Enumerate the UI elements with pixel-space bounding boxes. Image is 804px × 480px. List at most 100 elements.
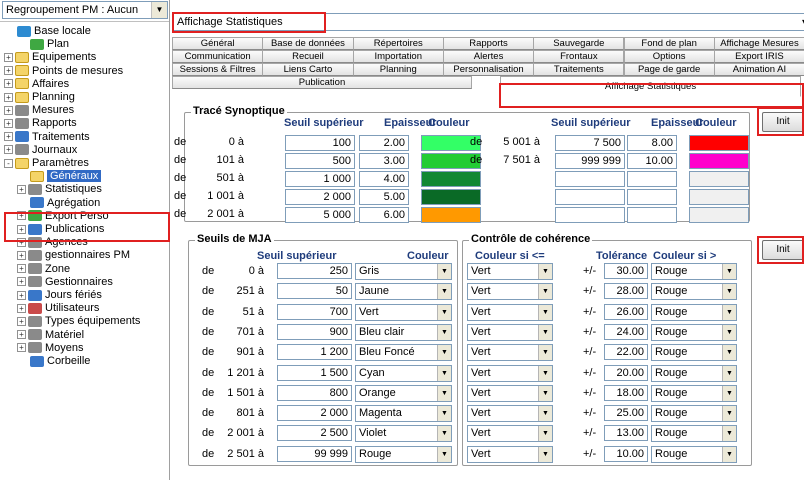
tab-tabs_row2-6[interactable]: Export IRIS bbox=[713, 50, 804, 63]
tree-item-4[interactable]: + Affaires bbox=[4, 78, 69, 91]
tree-item-8[interactable]: + Traitements bbox=[4, 131, 90, 144]
syn-seuil-field[interactable]: 100 bbox=[285, 135, 355, 151]
tree-item-18[interactable]: + Zone bbox=[17, 263, 70, 276]
expand-icon[interactable]: + bbox=[4, 118, 13, 128]
syn-epaisseur-field[interactable]: 2.00 bbox=[359, 135, 409, 151]
tab-tabs_row2-2[interactable]: Importation bbox=[352, 50, 444, 63]
chevron-down-icon[interactable]: ▼ bbox=[722, 446, 736, 462]
coherence-le-select[interactable]: Vert ▼ bbox=[467, 384, 553, 402]
tree-item-15[interactable]: + Publications bbox=[17, 223, 104, 236]
chevron-down-icon[interactable]: ▼ bbox=[151, 2, 167, 18]
syn-epaisseur-field[interactable]: 6.00 bbox=[359, 207, 409, 223]
chevron-down-icon[interactable]: ▼ bbox=[538, 365, 552, 381]
syn-seuil-field[interactable]: 1 000 bbox=[285, 171, 355, 187]
tree-item-19[interactable]: + Gestionnaires bbox=[17, 276, 113, 289]
tab-tabs_row2-4[interactable]: Frontaux bbox=[533, 50, 625, 63]
tree-item-6[interactable]: + Mesures bbox=[4, 104, 74, 117]
chevron-down-icon[interactable]: ▼ bbox=[722, 406, 736, 422]
tab-tabs_row1-4[interactable]: Sauvegarde bbox=[533, 37, 625, 50]
coherence-le-select[interactable]: Vert ▼ bbox=[467, 303, 553, 321]
chevron-down-icon[interactable]: ▼ bbox=[538, 385, 552, 401]
syn-epaisseur-field[interactable]: 8.00 bbox=[627, 135, 677, 151]
coherence-tolerance-field[interactable]: 28.00 bbox=[604, 283, 648, 300]
tab-affichage-statistiques[interactable]: Affichage Statistiques bbox=[500, 76, 801, 97]
coherence-le-select[interactable]: Vert ▼ bbox=[467, 364, 553, 382]
expand-icon[interactable]: + bbox=[4, 79, 13, 89]
tab-tabs_row3-4[interactable]: Traitements bbox=[533, 63, 625, 76]
tree-item-13[interactable]: Agrégation bbox=[17, 197, 100, 210]
mja-couleur-select[interactable]: Vert ▼ bbox=[355, 303, 452, 321]
tree-item-16[interactable]: + Agences bbox=[17, 236, 88, 249]
expand-icon[interactable]: + bbox=[4, 132, 13, 142]
syn-color-swatch[interactable] bbox=[689, 153, 749, 169]
coherence-tolerance-field[interactable]: 13.00 bbox=[604, 425, 648, 442]
expand-icon[interactable]: + bbox=[17, 211, 26, 221]
coherence-tolerance-field[interactable]: 25.00 bbox=[604, 405, 648, 422]
tab-tabs_row1-2[interactable]: Répertoires bbox=[352, 37, 444, 50]
coherence-gt-select[interactable]: Rouge ▼ bbox=[651, 384, 737, 402]
coherence-gt-select[interactable]: Rouge ▼ bbox=[651, 263, 737, 280]
tab-publication[interactable]: Publication bbox=[172, 76, 472, 89]
coherence-le-select[interactable]: Vert ▼ bbox=[467, 323, 553, 341]
chevron-down-icon[interactable]: ▼ bbox=[722, 345, 736, 361]
syn-seuil-field-empty[interactable] bbox=[555, 207, 625, 223]
syn-epaisseur-field[interactable]: 3.00 bbox=[359, 153, 409, 169]
tree-item-9[interactable]: + Journaux bbox=[4, 144, 77, 157]
mja-couleur-select[interactable]: Bleu Foncé ▼ bbox=[355, 344, 452, 362]
coherence-le-select[interactable]: Vert ▼ bbox=[467, 344, 553, 362]
syn-color-swatch-empty[interactable] bbox=[689, 207, 749, 223]
coherence-tolerance-field[interactable]: 22.00 bbox=[604, 344, 648, 361]
syn-color-swatch-empty[interactable] bbox=[689, 171, 749, 187]
chevron-down-icon[interactable]: ▼ bbox=[722, 264, 736, 279]
expand-icon[interactable]: + bbox=[17, 330, 26, 340]
chevron-down-icon[interactable]: ▼ bbox=[538, 426, 552, 442]
coherence-tolerance-field[interactable]: 20.00 bbox=[604, 364, 648, 381]
coherence-gt-select[interactable]: Rouge ▼ bbox=[651, 344, 737, 362]
expand-icon[interactable]: + bbox=[17, 316, 26, 326]
expand-icon[interactable]: + bbox=[17, 237, 26, 247]
syn-seuil-field-empty[interactable] bbox=[555, 189, 625, 205]
mja-seuil-field[interactable]: 99 999 bbox=[277, 445, 352, 462]
tree-item-20[interactable]: + Jours fériés bbox=[17, 289, 102, 302]
syn-seuil-field[interactable]: 500 bbox=[285, 153, 355, 169]
chevron-down-icon[interactable]: ▼ bbox=[722, 284, 736, 300]
mja-couleur-select[interactable]: Bleu clair ▼ bbox=[355, 323, 452, 341]
tab-tabs_row1-3[interactable]: Rapports bbox=[442, 37, 535, 50]
tab-tabs_row1-0[interactable]: Général bbox=[172, 37, 264, 50]
syn-color-swatch[interactable] bbox=[689, 135, 749, 151]
collapse-icon[interactable]: - bbox=[4, 158, 13, 168]
expand-icon[interactable]: + bbox=[4, 66, 13, 76]
syn-seuil-field[interactable]: 5 000 bbox=[285, 207, 355, 223]
chevron-down-icon[interactable]: ▾ bbox=[796, 14, 804, 30]
mja-seuil-field[interactable]: 2 000 bbox=[277, 405, 352, 422]
mja-seuil-field[interactable]: 800 bbox=[277, 384, 352, 401]
expand-icon[interactable]: + bbox=[4, 52, 13, 62]
chevron-down-icon[interactable]: ▼ bbox=[437, 324, 451, 340]
expand-icon[interactable]: + bbox=[17, 264, 26, 274]
tree-item-5[interactable]: + Planning bbox=[4, 91, 75, 104]
tab-tabs_row1-1[interactable]: Base de données bbox=[262, 37, 354, 50]
mja-couleur-select[interactable]: Magenta ▼ bbox=[355, 405, 452, 423]
expand-icon[interactable]: + bbox=[17, 343, 26, 353]
expand-icon[interactable]: + bbox=[17, 184, 26, 194]
tab-tabs_row2-0[interactable]: Communication bbox=[172, 50, 264, 63]
chevron-down-icon[interactable]: ▼ bbox=[437, 345, 451, 361]
coherence-tolerance-field[interactable]: 26.00 bbox=[604, 303, 648, 320]
expand-icon[interactable]: + bbox=[4, 92, 13, 102]
mja-seuil-field[interactable]: 2 500 bbox=[277, 425, 352, 442]
chevron-down-icon[interactable]: ▼ bbox=[538, 406, 552, 422]
tree-item-11[interactable]: Généraux bbox=[17, 170, 102, 183]
tree-item-10[interactable]: - Paramètres bbox=[4, 157, 89, 170]
syn-epaisseur-field[interactable]: 4.00 bbox=[359, 171, 409, 187]
chevron-down-icon[interactable]: ▼ bbox=[538, 264, 552, 279]
syn-color-swatch-empty[interactable] bbox=[689, 189, 749, 205]
tree-item-25[interactable]: Corbeille bbox=[17, 355, 90, 368]
chevron-down-icon[interactable]: ▼ bbox=[722, 304, 736, 320]
syn-epaisseur-field[interactable]: 10.00 bbox=[627, 153, 677, 169]
chevron-down-icon[interactable]: ▼ bbox=[437, 365, 451, 381]
coherence-le-select[interactable]: Vert ▼ bbox=[467, 445, 553, 463]
tab-tabs_row1-5[interactable]: Fond de plan bbox=[623, 37, 715, 50]
mja-seuil-field[interactable]: 1 500 bbox=[277, 364, 352, 381]
expand-icon[interactable]: + bbox=[17, 303, 26, 313]
mja-seuil-field[interactable]: 700 bbox=[277, 303, 352, 320]
